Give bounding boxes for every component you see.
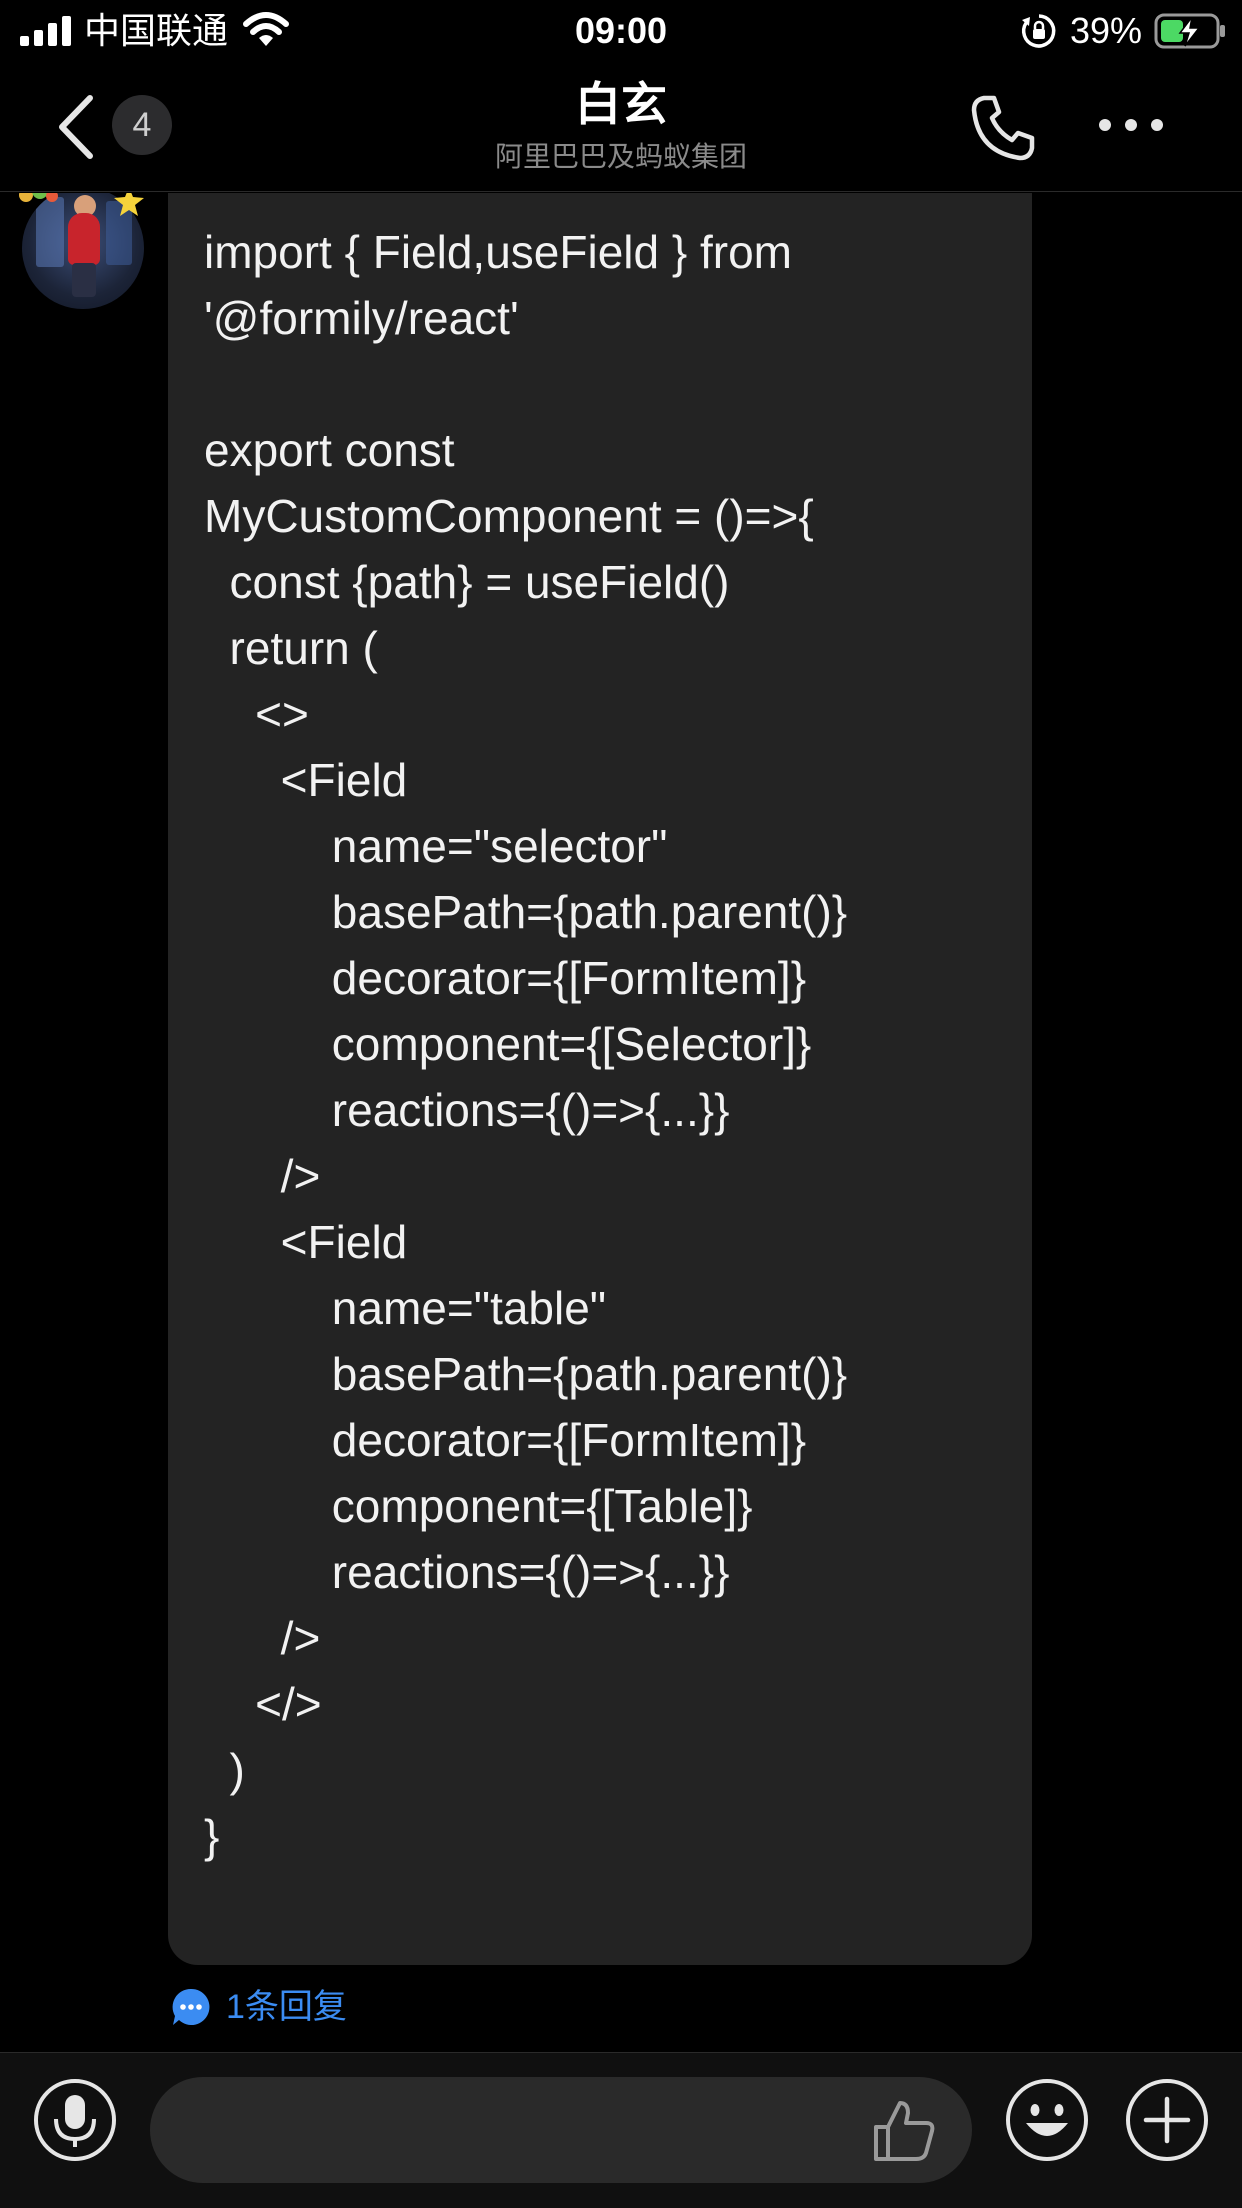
code-line: component={[Table]} <box>204 1480 753 1532</box>
code-line: reactions={()=>{...}} <box>204 1546 730 1598</box>
reply-count-label: 1条回复 <box>226 1988 347 2026</box>
code-line: <> <box>204 688 309 740</box>
code-line: basePath={path.parent()} <box>204 1348 848 1400</box>
code-line: ) <box>204 1744 245 1796</box>
code-line: decorator={[FormItem]} <box>204 952 807 1004</box>
code-line: MyCustomComponent = ()=>{ <box>204 490 814 542</box>
code-line: /> <box>204 1612 321 1664</box>
message-bubble[interactable]: import { Field,useField } from '@formily/… <box>168 193 1032 1965</box>
phone-icon[interactable] <box>968 92 1040 164</box>
status-bar: 中国联通 09:00 39% <box>0 0 1242 62</box>
code-line: import { Field,useField } from <box>204 226 793 278</box>
code-line: name="table" <box>204 1282 607 1334</box>
chat-title: 白玄 <box>575 78 667 130</box>
battery-percentage: 39% <box>1070 10 1143 51</box>
code-line: return ( <box>204 622 378 674</box>
code-line: } <box>204 1810 220 1862</box>
chat-subtitle: 阿里巴巴及蚂蚁集团 <box>494 141 747 172</box>
code-line: const {path} = useField() <box>204 556 730 608</box>
code-line: reactions={()=>{...}} <box>204 1084 730 1136</box>
more-icon[interactable] <box>1096 112 1166 138</box>
input-bar <box>0 2052 1242 2208</box>
reply-thread-link[interactable]: 1条回复 <box>170 1983 347 2031</box>
message-input[interactable] <box>150 2077 972 2183</box>
code-line: <Field <box>204 1216 408 1268</box>
thumbs-up-icon[interactable] <box>870 2097 938 2163</box>
code-text: import { Field,useField } from '@formily/… <box>204 219 1014 1869</box>
message-list[interactable]: import { Field,useField } from '@formily/… <box>0 193 1242 2053</box>
battery-charging-icon <box>1154 13 1225 49</box>
code-line: <Field <box>204 754 408 806</box>
microphone-icon[interactable] <box>32 2077 118 2163</box>
decoration-icon <box>19 193 58 202</box>
code-line: export const <box>204 424 455 476</box>
code-line: name="selector" <box>204 820 668 872</box>
code-line: component={[Selector]} <box>204 1018 812 1070</box>
code-line: '@formily/react' <box>204 292 519 344</box>
code-line: </> <box>204 1678 322 1730</box>
rotation-lock-icon <box>1021 14 1056 48</box>
code-line: /> <box>204 1150 321 1202</box>
emoji-icon[interactable] <box>1004 2077 1090 2163</box>
code-line: decorator={[FormItem]} <box>204 1414 807 1466</box>
star-icon <box>114 193 144 216</box>
plus-icon[interactable] <box>1124 2077 1210 2163</box>
chat-bubble-icon <box>172 1988 210 2025</box>
chat-header: 4 白玄 阿里巴巴及蚂蚁集团 <box>0 62 1242 192</box>
code-line: basePath={path.parent()} <box>204 886 848 938</box>
